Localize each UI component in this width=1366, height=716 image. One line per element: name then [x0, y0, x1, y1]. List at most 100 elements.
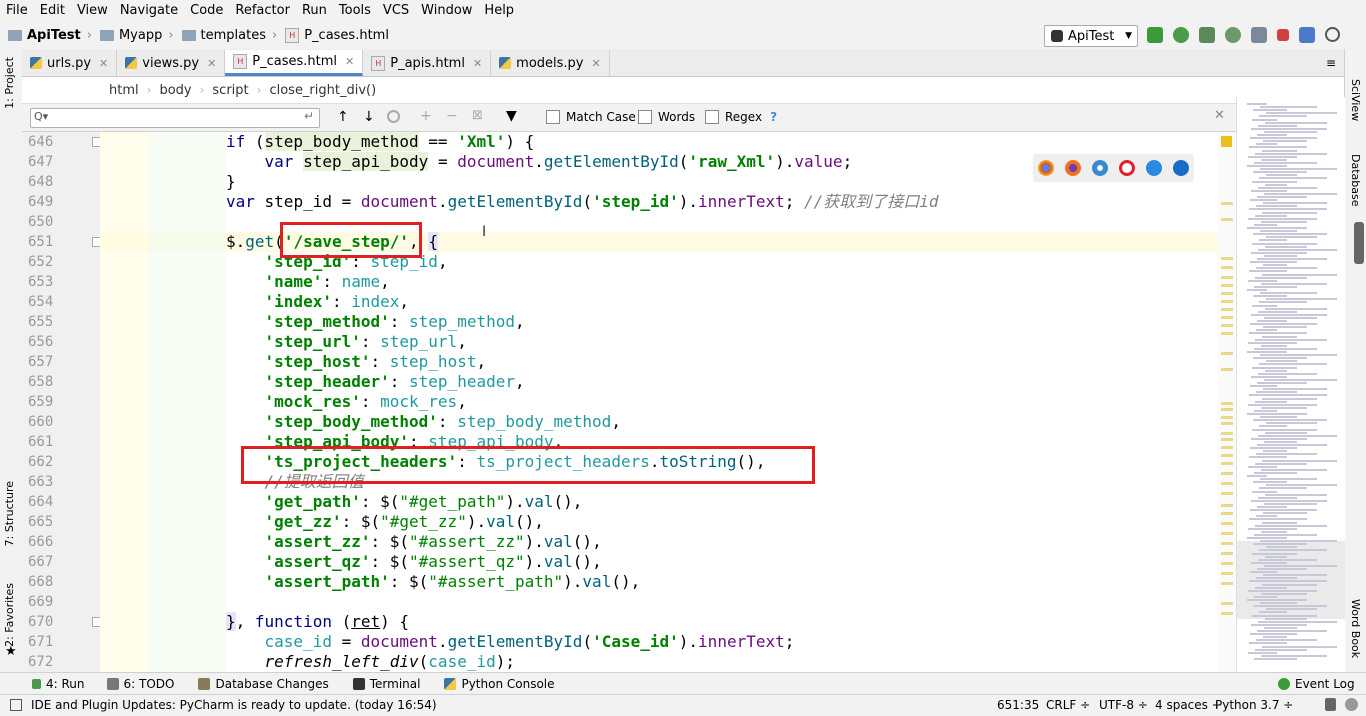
tool-tab-database[interactable]: Database — [1349, 154, 1362, 207]
safari-icon[interactable] — [1092, 160, 1109, 176]
profile-icon[interactable] — [1225, 27, 1241, 43]
tab-list-icon[interactable]: ≡ — [1326, 56, 1336, 70]
stripe-mark[interactable] — [1221, 332, 1233, 335]
menu-navigate[interactable]: Navigate — [114, 0, 184, 22]
error-stripe[interactable] — [1218, 132, 1236, 672]
stripe-mark[interactable] — [1221, 402, 1233, 405]
stripe-mark[interactable] — [1221, 472, 1233, 475]
nav-folder-myapp[interactable]: Myapp › — [92, 28, 174, 43]
tab-views-py[interactable]: views.py ✕ — [117, 50, 226, 76]
match-case-checkbox[interactable] — [546, 110, 560, 124]
stripe-mark[interactable] — [1221, 572, 1233, 575]
close-icon[interactable]: ✕ — [207, 57, 216, 70]
inspector-icon[interactable] — [1345, 698, 1358, 711]
stripe-mark[interactable] — [1221, 454, 1233, 457]
stripe-mark[interactable] — [1221, 532, 1233, 535]
stripe-mark[interactable] — [1221, 408, 1233, 411]
tool-tab-wordbook[interactable]: Word Book — [1349, 599, 1362, 658]
caret-position[interactable]: 651:35 — [997, 698, 1039, 712]
tool-terminal[interactable]: Terminal — [352, 677, 420, 691]
close-icon[interactable]: ✕ — [1214, 108, 1225, 123]
stripe-mark[interactable] — [1221, 308, 1233, 311]
stripe-mark[interactable] — [1221, 562, 1233, 565]
internet-explorer-icon[interactable] — [1145, 160, 1162, 176]
close-icon[interactable]: ✕ — [592, 57, 601, 70]
tab-p-cases-html[interactable]: H P_cases.html ✕ — [225, 50, 364, 76]
breadcrumb-function[interactable]: close_right_div() — [269, 83, 376, 98]
stripe-mark[interactable] — [1221, 266, 1233, 269]
code-minimap[interactable] — [1236, 97, 1345, 672]
stripe-mark[interactable] — [1221, 552, 1233, 555]
stripe-mark[interactable] — [1221, 284, 1233, 287]
concurrency-icon[interactable] — [1251, 27, 1267, 43]
menu-help[interactable]: Help — [478, 0, 520, 22]
nav-file[interactable]: H P_cases.html — [277, 28, 389, 43]
stripe-mark[interactable] — [1221, 300, 1233, 303]
next-occurrence-icon[interactable]: ↓ — [363, 109, 375, 125]
menu-edit[interactable]: Edit — [34, 0, 71, 22]
encoding-select[interactable]: UTF-8 ÷ — [1099, 698, 1148, 712]
stripe-mark[interactable] — [1221, 504, 1233, 507]
stripe-mark[interactable] — [1221, 416, 1233, 419]
find-all-icon[interactable] — [387, 110, 400, 123]
stripe-mark[interactable] — [1221, 512, 1233, 515]
tool-tab-project[interactable]: 1: Project — [3, 57, 16, 109]
tool-python-console[interactable]: Python Console — [444, 677, 555, 691]
tool-event-log[interactable]: Event Log — [1278, 677, 1355, 691]
menu-vcs[interactable]: VCS — [377, 0, 415, 22]
regex-option[interactable]: Regex? — [705, 110, 777, 124]
select-all-icon[interactable]: ⊠ — [472, 108, 483, 123]
stripe-mark[interactable] — [1221, 602, 1233, 605]
stripe-mark[interactable] — [1221, 276, 1233, 279]
interpreter-select[interactable]: Python 3.7 ÷ — [1215, 698, 1293, 712]
status-toggle-icon[interactable] — [10, 699, 22, 711]
stripe-mark[interactable] — [1221, 257, 1233, 260]
lock-icon[interactable] — [1325, 698, 1336, 711]
close-icon[interactable]: ✕ — [345, 55, 354, 68]
match-case-option[interactable]: Match Case — [546, 110, 636, 124]
stripe-mark[interactable] — [1221, 316, 1233, 319]
stripe-mark[interactable] — [1221, 202, 1233, 205]
breadcrumb-body[interactable]: body — [159, 83, 191, 98]
stripe-mark[interactable] — [1221, 438, 1233, 441]
stripe-mark[interactable] — [1221, 446, 1233, 449]
rerun-icon[interactable] — [1147, 27, 1163, 43]
stop-icon[interactable] — [1277, 29, 1289, 41]
translate-icon[interactable] — [1299, 27, 1315, 43]
firefox-icon[interactable] — [1065, 160, 1082, 176]
tool-tab-sciview[interactable]: SciView — [1349, 79, 1362, 121]
menu-run[interactable]: Run — [296, 0, 333, 22]
coverage-icon[interactable] — [1199, 27, 1215, 43]
previous-occurrence-icon[interactable]: ↑ — [337, 109, 349, 125]
tool-tab-favorites[interactable]: 2: Favorites — [3, 583, 16, 647]
tool-tab-structure[interactable]: 7: Structure — [3, 481, 16, 546]
regex-checkbox[interactable] — [705, 110, 719, 124]
stripe-mark[interactable] — [1221, 352, 1233, 355]
breadcrumb-script[interactable]: script — [212, 83, 248, 98]
stripe-mark[interactable] — [1221, 482, 1233, 485]
close-icon[interactable]: ✕ — [99, 57, 108, 70]
remove-selection-icon[interactable]: − — [446, 108, 458, 124]
close-icon[interactable]: ✕ — [473, 57, 482, 70]
tab-urls-py[interactable]: urls.py ✕ — [22, 50, 118, 76]
stripe-mark[interactable] — [1221, 422, 1233, 425]
edge-icon[interactable] — [1172, 160, 1189, 176]
chrome-icon[interactable] — [1038, 160, 1055, 176]
add-selection-icon[interactable]: + — [420, 108, 432, 124]
debug-icon[interactable] — [1173, 27, 1189, 43]
menu-refactor[interactable]: Refactor — [229, 0, 296, 22]
stripe-mark[interactable] — [1221, 324, 1233, 327]
search-input[interactable]: Q▾ ↵ — [30, 108, 320, 128]
stripe-mark[interactable] — [1221, 368, 1233, 371]
indent-select[interactable]: 4 spaces ÷ — [1155, 698, 1222, 712]
status-message[interactable]: IDE and Plugin Updates: PyCharm is ready… — [31, 698, 437, 712]
words-option[interactable]: Words — [638, 110, 695, 124]
menu-window[interactable]: Window — [415, 0, 478, 22]
menu-tools[interactable]: Tools — [333, 0, 377, 22]
stripe-mark[interactable] — [1221, 522, 1233, 525]
stripe-mark[interactable] — [1221, 542, 1233, 545]
menu-file[interactable]: File — [0, 0, 34, 22]
tool-database-changes[interactable]: Database Changes — [198, 677, 329, 691]
filter-icon[interactable]: ▼ — [506, 108, 517, 124]
nav-folder-templates[interactable]: templates › — [174, 28, 277, 43]
